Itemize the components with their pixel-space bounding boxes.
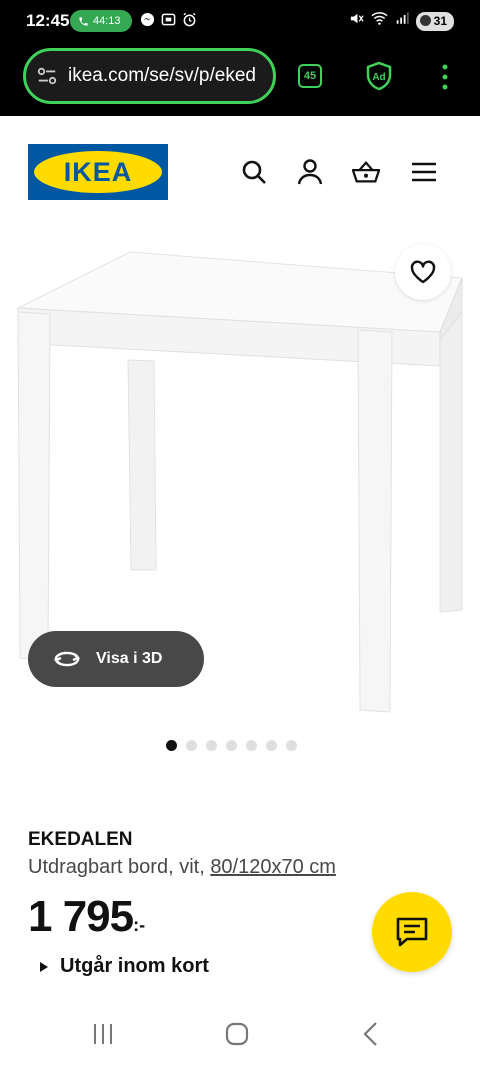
carousel-dot[interactable] <box>226 740 237 751</box>
account-icon[interactable] <box>296 158 324 186</box>
chat-button[interactable] <box>372 892 452 972</box>
rotate-3d-icon <box>53 651 81 667</box>
phone-icon <box>79 16 88 26</box>
carousel-dot[interactable] <box>206 740 217 751</box>
search-icon[interactable] <box>240 158 268 186</box>
ikea-logo-text: IKEA <box>64 157 133 187</box>
tab-switcher-button[interactable]: 45 <box>298 64 322 88</box>
recents-icon[interactable] <box>88 1020 118 1048</box>
home-icon[interactable] <box>222 1020 252 1048</box>
caret-right-icon <box>40 961 48 972</box>
view-3d-label: Visa i 3D <box>96 650 163 667</box>
mute-icon <box>349 11 364 31</box>
carousel-dot[interactable] <box>186 740 197 751</box>
ikea-logo[interactable]: IKEA <box>28 144 168 200</box>
product-name: EKEDALEN <box>28 829 133 850</box>
product-description: Utdragbart bord, vit, 80/120x70 cm <box>28 856 336 879</box>
battery-icon: 31 <box>415 11 454 31</box>
price-suffix: :- <box>133 915 146 935</box>
site-settings-icon[interactable] <box>36 65 58 87</box>
status-bar: 12:45 44:13 31 <box>0 0 480 42</box>
menu-icon[interactable] <box>410 158 438 186</box>
browser-toolbar: ikea.com/se/sv/p/eked 45 Ad <box>0 42 480 116</box>
availability-label: Utgår inom kort <box>60 955 209 977</box>
basket-icon[interactable] <box>352 158 380 186</box>
carousel-dot[interactable] <box>266 740 277 751</box>
view-3d-button[interactable]: Visa i 3D <box>28 631 204 687</box>
messenger-icon <box>140 12 155 27</box>
address-bar[interactable]: ikea.com/se/sv/p/eked <box>23 48 276 104</box>
favorite-button[interactable] <box>395 244 451 300</box>
product-description-text: Utdragbart bord, vit, <box>28 856 211 878</box>
status-time: 12:45 <box>26 11 70 30</box>
carousel-dot[interactable] <box>246 740 257 751</box>
heart-icon <box>410 260 436 284</box>
carousel-dot[interactable] <box>166 740 177 751</box>
call-indicator[interactable]: 44:13 <box>70 10 132 32</box>
alarm-icon <box>182 12 197 27</box>
carousel-dot[interactable] <box>286 740 297 751</box>
ad-badge-label: Ad <box>372 72 385 83</box>
call-timer: 44:13 <box>93 15 121 27</box>
wifi-icon <box>371 11 388 31</box>
product-price: 1 795:- <box>28 892 145 942</box>
system-nav-bar <box>0 1000 480 1067</box>
chat-icon <box>396 917 428 947</box>
screenshot-icon <box>161 12 176 27</box>
price-value: 1 795 <box>28 892 134 941</box>
image-carousel-dots <box>166 740 297 751</box>
availability-toggle[interactable]: Utgår inom kort <box>40 955 209 978</box>
site-header: IKEA <box>0 116 480 226</box>
signal-icon <box>395 11 409 31</box>
back-icon[interactable] <box>356 1020 386 1048</box>
adblock-shield-icon[interactable]: Ad <box>365 61 393 91</box>
browser-menu-icon[interactable] <box>437 62 453 92</box>
url-text[interactable]: ikea.com/se/sv/p/eked <box>68 65 268 87</box>
product-dimensions-link[interactable]: 80/120x70 cm <box>210 856 336 878</box>
